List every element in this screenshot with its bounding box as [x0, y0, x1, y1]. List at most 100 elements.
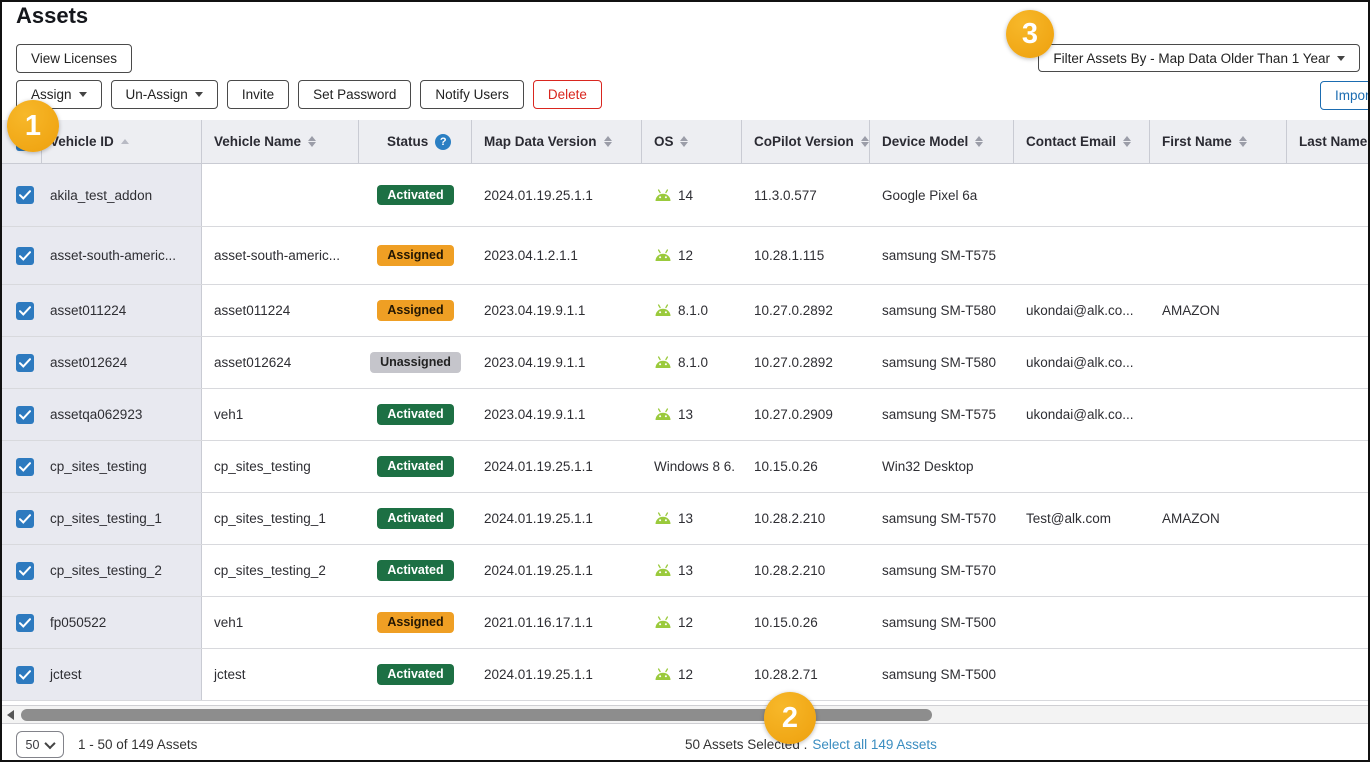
row-checkbox-cell — [2, 493, 42, 544]
column-header-last-name[interactable]: Last Name — [1287, 120, 1370, 163]
cell-copilot-version: 10.28.2.210 — [742, 493, 870, 544]
view-licenses-button[interactable]: View Licenses — [16, 44, 132, 73]
cell-copilot-version: 10.28.2.210 — [742, 545, 870, 596]
un-assign-button[interactable]: Un-Assign — [111, 80, 218, 109]
cell-device-model: samsung SM-T570 — [870, 545, 1014, 596]
invite-button[interactable]: Invite — [227, 80, 289, 109]
check-icon — [19, 190, 31, 200]
cell-vehicle-name — [202, 164, 359, 226]
row-checkbox-cell — [2, 649, 42, 700]
row-checkbox[interactable] — [16, 247, 34, 265]
row-checkbox-cell — [2, 227, 42, 284]
table-body: akila_test_addon Activated 2024.01.19.25… — [2, 164, 1370, 701]
select-all-link[interactable]: Select all 149 Assets — [812, 737, 937, 752]
row-checkbox[interactable] — [16, 354, 34, 372]
cell-contact-email: ukondai@alk.co... — [1014, 337, 1150, 388]
row-checkbox[interactable] — [16, 458, 34, 476]
column-header-map-data-version[interactable]: Map Data Version — [472, 120, 642, 163]
cell-os: 13 — [642, 493, 742, 544]
cell-first-name — [1150, 164, 1287, 226]
check-icon — [19, 306, 31, 316]
status-badge: Assigned — [377, 245, 453, 266]
status-badge: Unassigned — [370, 352, 461, 373]
scroll-left-arrow-icon[interactable] — [7, 710, 14, 720]
table-header: Vehicle ID Vehicle Name Status ? Map Dat… — [2, 120, 1370, 164]
row-checkbox[interactable] — [16, 186, 34, 204]
un-assign-label: Un-Assign — [126, 87, 188, 102]
check-icon — [19, 566, 31, 576]
android-icon — [654, 249, 672, 262]
actions-toolbar: Assign Un-Assign Invite Set Password Not… — [16, 80, 602, 109]
row-checkbox[interactable] — [16, 302, 34, 320]
os-version: 12 — [678, 615, 693, 630]
cell-os: Windows 8 6. — [642, 441, 742, 492]
cell-map-data-version: 2024.01.19.25.1.1 — [472, 493, 642, 544]
row-checkbox[interactable] — [16, 406, 34, 424]
column-header-os[interactable]: OS — [642, 120, 742, 163]
os-version: 13 — [678, 563, 693, 578]
cell-vehicle-id: assetqa062923 — [42, 389, 202, 440]
column-header-contact-email[interactable]: Contact Email — [1014, 120, 1150, 163]
cell-contact-email — [1014, 545, 1150, 596]
callout-1: 1 — [7, 100, 59, 152]
cell-vehicle-name: veh1 — [202, 597, 359, 648]
notify-users-button[interactable]: Notify Users — [420, 80, 524, 109]
check-icon — [19, 514, 31, 524]
cell-vehicle-name: asset011224 — [202, 285, 359, 336]
os-version: 13 — [678, 407, 693, 422]
status-badge: Activated — [377, 456, 453, 477]
page-size-select[interactable]: 50 — [16, 731, 64, 758]
cell-status: Activated — [359, 441, 472, 492]
cell-copilot-version: 10.27.0.2892 — [742, 337, 870, 388]
cell-device-model: Google Pixel 6a — [870, 164, 1014, 226]
check-icon — [19, 618, 31, 628]
row-checkbox[interactable] — [16, 614, 34, 632]
column-header-vehicle-name[interactable]: Vehicle Name — [202, 120, 359, 163]
filter-assets-dropdown[interactable]: Filter Assets By - Map Data Older Than 1… — [1038, 44, 1360, 72]
set-password-button[interactable]: Set Password — [298, 80, 411, 109]
table-row: cp_sites_testing_2 cp_sites_testing_2 Ac… — [2, 545, 1370, 597]
row-checkbox[interactable] — [16, 562, 34, 580]
cell-map-data-version: 2021.01.16.17.1.1 — [472, 597, 642, 648]
status-help-icon[interactable]: ? — [435, 134, 451, 150]
notify-users-label: Notify Users — [435, 87, 509, 102]
import-button[interactable]: Import — [1320, 81, 1370, 110]
status-badge: Activated — [377, 404, 453, 425]
row-checkbox[interactable] — [16, 510, 34, 528]
delete-button[interactable]: Delete — [533, 80, 602, 109]
cell-copilot-version: 11.3.0.577 — [742, 164, 870, 226]
cell-vehicle-id: akila_test_addon — [42, 164, 202, 226]
cell-status: Activated — [359, 164, 472, 226]
horizontal-scrollbar[interactable] — [2, 705, 1370, 724]
pagination-range: 1 - 50 of 149 Assets — [78, 737, 197, 752]
cell-vehicle-name: cp_sites_testing_1 — [202, 493, 359, 544]
chevron-down-icon — [1337, 56, 1345, 61]
cell-vehicle-id: jctest — [42, 649, 202, 700]
row-checkbox[interactable] — [16, 666, 34, 684]
cell-last-name — [1287, 337, 1370, 388]
cell-contact-email — [1014, 227, 1150, 284]
column-header-status[interactable]: Status ? — [359, 120, 472, 163]
column-header-vehicle-id[interactable]: Vehicle ID — [42, 120, 202, 163]
status-badge: Activated — [377, 185, 453, 206]
column-header-first-name[interactable]: First Name — [1150, 120, 1287, 163]
cell-map-data-version: 2024.01.19.25.1.1 — [472, 164, 642, 226]
selection-summary: 50 Assets Selected . Select all 149 Asse… — [685, 737, 937, 752]
cell-os: 12 — [642, 597, 742, 648]
cell-vehicle-name: asset012624 — [202, 337, 359, 388]
sort-icon — [680, 136, 688, 147]
cell-first-name — [1150, 337, 1287, 388]
cell-contact-email: Test@alk.com — [1014, 493, 1150, 544]
cell-copilot-version: 10.15.0.26 — [742, 597, 870, 648]
assets-page: Assets View Licenses Assign Un-Assign In… — [0, 0, 1370, 762]
cell-map-data-version: 2024.01.19.25.1.1 — [472, 545, 642, 596]
sort-icon — [1239, 136, 1247, 147]
cell-last-name — [1287, 285, 1370, 336]
cell-os: 13 — [642, 545, 742, 596]
cell-status: Activated — [359, 545, 472, 596]
sort-icon — [861, 136, 869, 147]
table-row: akila_test_addon Activated 2024.01.19.25… — [2, 164, 1370, 227]
column-header-copilot-version[interactable]: CoPilot Version — [742, 120, 870, 163]
cell-first-name — [1150, 545, 1287, 596]
column-header-device-model[interactable]: Device Model — [870, 120, 1014, 163]
